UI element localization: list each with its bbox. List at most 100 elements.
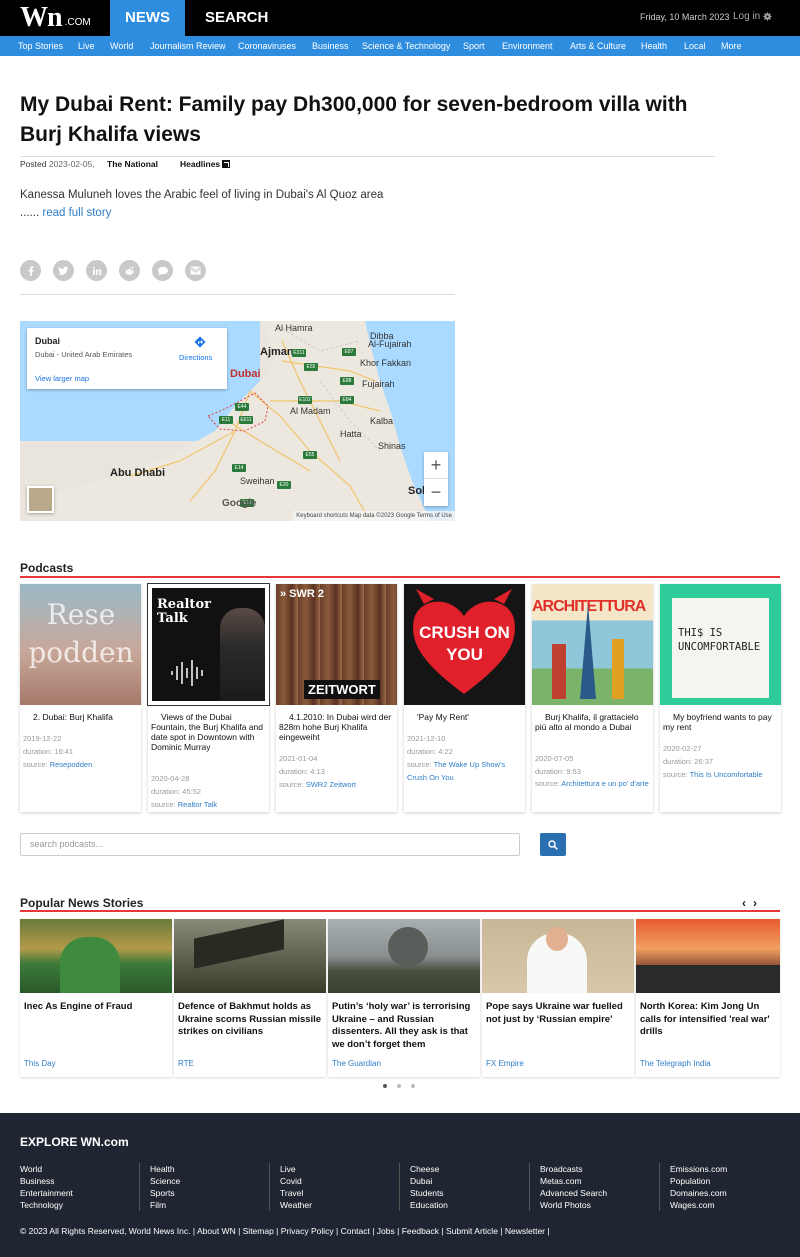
podcast-search-button[interactable] bbox=[540, 833, 566, 856]
podcast-source-link[interactable]: Resepodden bbox=[50, 760, 93, 769]
comment-icon[interactable] bbox=[152, 260, 173, 281]
news-story-source[interactable]: RTE bbox=[178, 1059, 194, 1068]
podcast-card[interactable]: Rese podden 2. Dubai: Burj Khalifa 2019-… bbox=[20, 584, 141, 812]
podcast-card[interactable]: ARCHITETTURA Burj Khalifa, il grattaciel… bbox=[532, 584, 653, 812]
podcast-source-link[interactable]: Architettura e un po' d'arte bbox=[561, 779, 649, 788]
nav-search-tab[interactable]: SEARCH bbox=[205, 0, 268, 36]
footer-link[interactable]: Broadcasts bbox=[540, 1163, 607, 1175]
directions-icon[interactable] bbox=[194, 336, 206, 348]
category-health[interactable]: Health bbox=[641, 36, 667, 56]
podcast-card[interactable]: » SWR 2 ZEITWORT 4.1.2010: In Dubai wird… bbox=[276, 584, 397, 812]
carousel-dot[interactable] bbox=[383, 1084, 387, 1088]
category-coronaviruses[interactable]: Coronaviruses bbox=[238, 36, 296, 56]
chevron-left-icon[interactable]: ‹ bbox=[742, 896, 746, 910]
category-arts-culture[interactable]: Arts & Culture bbox=[570, 36, 626, 56]
podcast-title[interactable]: Burj Khalifa, il grattacielo più alto al… bbox=[535, 712, 649, 732]
news-story-card[interactable]: Inec As Engine of Fraud This Day bbox=[20, 919, 172, 1077]
carousel-dot[interactable] bbox=[411, 1084, 415, 1088]
news-story-source[interactable]: The Telegraph India bbox=[640, 1059, 711, 1068]
news-story-card[interactable]: North Korea: Kim Jong Un calls for inten… bbox=[636, 919, 780, 1077]
category-business[interactable]: Business bbox=[312, 36, 349, 56]
footer-link[interactable]: Population bbox=[670, 1175, 727, 1187]
news-story-title[interactable]: Inec As Engine of Fraud bbox=[24, 1001, 170, 1014]
carousel-dot[interactable] bbox=[397, 1084, 401, 1088]
news-story-source[interactable]: This Day bbox=[24, 1059, 56, 1068]
podcast-card[interactable]: CRUSH ON YOU 'Pay My Rent' 2021-12-10 du… bbox=[404, 584, 525, 812]
category-top-stories[interactable]: Top Stories bbox=[18, 36, 63, 56]
news-story-card[interactable]: Putin’s ‘holy war’ is terrorising Ukrain… bbox=[328, 919, 480, 1077]
footer-link[interactable]: Advanced Search bbox=[540, 1187, 607, 1199]
map-footer[interactable]: Keyboard shortcuts Map data ©2023 Google… bbox=[293, 511, 455, 521]
chevron-right-icon[interactable]: › bbox=[753, 896, 757, 910]
footer-link[interactable]: Film bbox=[150, 1199, 180, 1211]
footer-link[interactable]: Weather bbox=[280, 1199, 312, 1211]
category-journalism-review[interactable]: Journalism Review bbox=[150, 36, 226, 56]
view-larger-map-link[interactable]: View larger map bbox=[35, 374, 89, 383]
source-label: source: bbox=[407, 760, 432, 769]
news-story-source[interactable]: The Guardian bbox=[332, 1059, 381, 1068]
footer-link[interactable]: Emissions.com bbox=[670, 1163, 727, 1175]
podcast-title[interactable]: My boyfriend wants to pay my rent bbox=[663, 712, 777, 732]
zoom-in-button[interactable]: + bbox=[424, 452, 448, 479]
footer-link[interactable]: Cheese bbox=[410, 1163, 448, 1175]
footer-legal-links[interactable]: © 2023 All Rights Reserved, World News I… bbox=[20, 1226, 550, 1236]
footer-link[interactable]: Metas.com bbox=[540, 1175, 607, 1187]
footer-link[interactable]: Live bbox=[280, 1163, 312, 1175]
podcast-source-link[interactable]: Realtor Talk bbox=[178, 800, 217, 809]
podcast-title[interactable]: 'Pay My Rent' bbox=[407, 712, 521, 722]
location-map[interactable]: Al Hamra Ajman Dibba Al-Fujairah Khor Fa… bbox=[20, 321, 455, 521]
category-local[interactable]: Local bbox=[684, 36, 706, 56]
map-type-toggle[interactable] bbox=[27, 486, 54, 513]
wn-logo[interactable]: Wn .COM bbox=[20, 4, 91, 32]
news-story-card[interactable]: Pope says Ukraine war fuelled not just b… bbox=[482, 919, 634, 1077]
podcast-card[interactable]: Realtor Talk Views of the Dubai Fountain… bbox=[147, 583, 270, 812]
read-full-story-link[interactable]: read full story bbox=[42, 207, 111, 219]
category-world[interactable]: World bbox=[110, 36, 133, 56]
news-story-card[interactable]: Defence of Bakhmut holds as Ukraine scor… bbox=[174, 919, 326, 1077]
linkedin-icon[interactable] bbox=[86, 260, 107, 281]
podcast-source-link[interactable]: This Is Uncomfortable bbox=[690, 770, 763, 779]
podcast-search-input[interactable]: search podcasts... bbox=[20, 833, 520, 856]
directions-link[interactable]: Directions bbox=[179, 353, 212, 362]
footer-link[interactable]: Science bbox=[150, 1175, 180, 1187]
news-story-source[interactable]: FX Empire bbox=[486, 1059, 524, 1068]
footer-link[interactable]: Dubai bbox=[410, 1175, 448, 1187]
footer-link[interactable]: Travel bbox=[280, 1187, 312, 1199]
category-environment[interactable]: Environment bbox=[502, 36, 553, 56]
category-sport[interactable]: Sport bbox=[463, 36, 485, 56]
category-live[interactable]: Live bbox=[78, 36, 95, 56]
headlines-link[interactable]: Headlines bbox=[180, 159, 231, 169]
podcast-title[interactable]: Views of the Dubai Fountain, the Burj Kh… bbox=[151, 712, 265, 752]
podcast-title[interactable]: 2. Dubai: Burj Khalifa bbox=[23, 712, 137, 722]
podcast-duration: duration: 4:22 bbox=[407, 747, 453, 756]
footer-link[interactable]: Sports bbox=[150, 1187, 180, 1199]
podcast-source-link[interactable]: SWR2 Zeitwort bbox=[306, 780, 356, 789]
footer-link[interactable]: World Photos bbox=[540, 1199, 607, 1211]
reddit-icon[interactable] bbox=[119, 260, 140, 281]
footer-link[interactable]: Technology bbox=[20, 1199, 73, 1211]
footer-link[interactable]: World bbox=[20, 1163, 73, 1175]
news-story-title[interactable]: Defence of Bakhmut holds as Ukraine scor… bbox=[178, 1001, 324, 1039]
category-more[interactable]: More bbox=[721, 36, 742, 56]
facebook-icon[interactable] bbox=[20, 260, 41, 281]
article-source-link[interactable]: The National bbox=[107, 159, 158, 169]
login-link[interactable]: Log in bbox=[733, 11, 772, 22]
footer-link[interactable]: Entertainment bbox=[20, 1187, 73, 1199]
email-icon[interactable] bbox=[185, 260, 206, 281]
footer-link[interactable]: Students bbox=[410, 1187, 448, 1199]
news-story-title[interactable]: Pope says Ukraine war fuelled not just b… bbox=[486, 1001, 632, 1026]
footer-link[interactable]: Wages.com bbox=[670, 1199, 727, 1211]
footer-link[interactable]: Education bbox=[410, 1199, 448, 1211]
footer-link[interactable]: Domaines.com bbox=[670, 1187, 727, 1199]
footer-link[interactable]: Health bbox=[150, 1163, 180, 1175]
zoom-out-button[interactable]: − bbox=[424, 479, 448, 506]
podcast-title[interactable]: 4.1.2010: In Dubai wird der 828m hohe Bu… bbox=[279, 712, 393, 742]
podcast-card[interactable]: THI$ IS UNCOMFORTABLE My boyfriend wants… bbox=[660, 584, 781, 812]
twitter-icon[interactable] bbox=[53, 260, 74, 281]
footer-link[interactable]: Business bbox=[20, 1175, 73, 1187]
news-story-title[interactable]: North Korea: Kim Jong Un calls for inten… bbox=[640, 1001, 780, 1039]
nav-news-tab[interactable]: NEWS bbox=[110, 0, 185, 36]
footer-link[interactable]: Covid bbox=[280, 1175, 312, 1187]
category-science-technology[interactable]: Science & Technology bbox=[362, 36, 450, 56]
news-story-title[interactable]: Putin’s ‘holy war’ is terrorising Ukrain… bbox=[332, 1001, 478, 1051]
